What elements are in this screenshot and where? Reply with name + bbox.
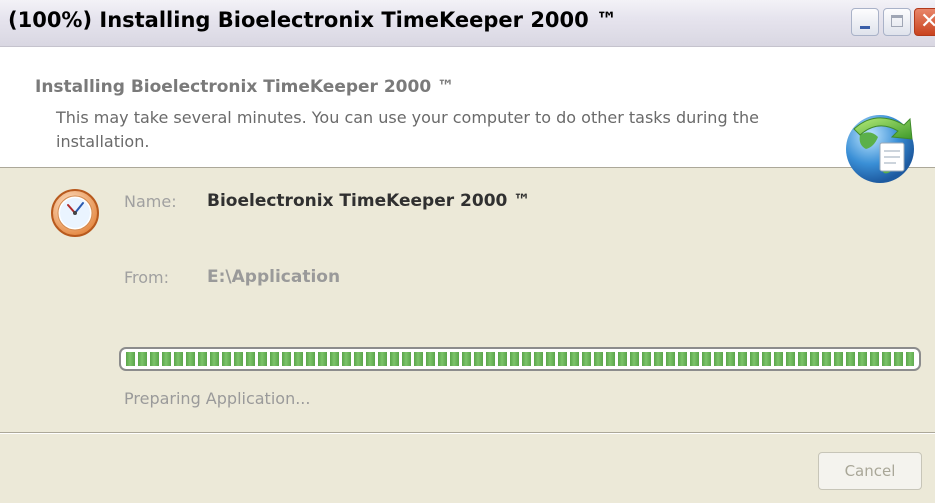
install-window: (100%) Installing Bioelectronix TimeKeep… (0, 0, 935, 503)
title-bar[interactable]: (100%) Installing Bioelectronix TimeKeep… (0, 0, 935, 47)
header-panel: Installing Bioelectronix TimeKeeper 2000… (0, 47, 935, 183)
clock-icon (51, 189, 99, 237)
progress-status: Preparing Application... (124, 389, 311, 408)
progress-fill (126, 352, 914, 366)
header-description: This may take several minutes. You can u… (56, 108, 759, 151)
globe-install-icon (846, 115, 914, 183)
close-button[interactable]: ✕ (914, 8, 935, 36)
name-value: Bioelectronix TimeKeeper 2000 ™ (207, 191, 531, 211)
cancel-button[interactable]: Cancel (818, 452, 922, 490)
progress-bar (119, 347, 921, 371)
from-value: E:\Application (207, 267, 341, 287)
from-label: From: (124, 268, 170, 287)
maximize-button[interactable] (883, 8, 911, 36)
minimize-button[interactable] (851, 8, 879, 36)
header-title: Installing Bioelectronix TimeKeeper 2000… (35, 77, 455, 97)
footer-separator (0, 432, 935, 434)
name-label: Name: (124, 192, 177, 211)
window-title: (100%) Installing Bioelectronix TimeKeep… (8, 8, 618, 32)
close-icon: ✕ (920, 9, 935, 34)
